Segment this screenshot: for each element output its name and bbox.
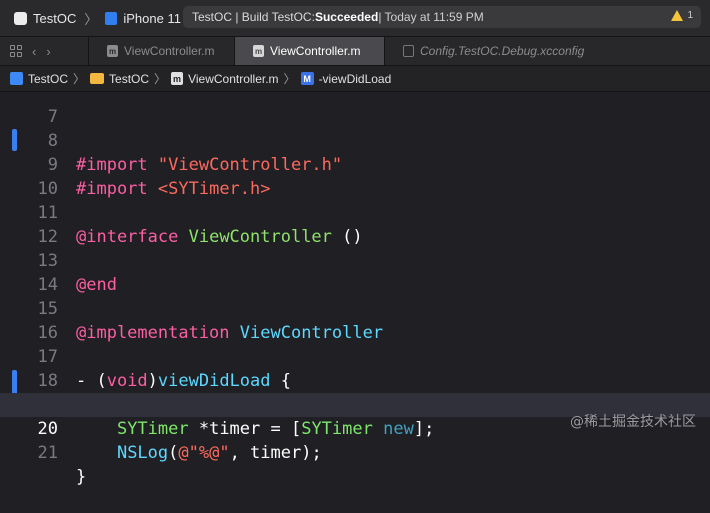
code-text: ( (168, 443, 179, 463)
format-string: @"%@" (178, 443, 230, 463)
build-status: Succeeded (314, 10, 379, 24)
app-icon (14, 11, 27, 25)
watermark: @稀土掘金技术社区 (570, 414, 696, 430)
code-line: 15 @implementation ViewController (0, 273, 710, 343)
activity-viewer[interactable]: TestOC | Build TestOC: Succeeded | Today… (183, 6, 701, 28)
forward-chevron-icon[interactable]: › (46, 44, 50, 59)
code-text: } (76, 467, 87, 487)
code-line: 19 SYTimer *timer = [SYTimer new]; (0, 369, 710, 439)
chevron-right-icon: 〉 (84, 11, 98, 27)
code-text: , timer); (229, 443, 322, 463)
code-line: 11 @interface ViewController () (0, 177, 710, 247)
source-editor[interactable]: 7 8 #import "ViewController.h" 9 #import… (0, 93, 710, 487)
toolbar: TestOC 〉 iPhone 11 TestOC | Build TestOC… (0, 0, 710, 37)
code-line: 7 (0, 81, 710, 127)
code-line: 13 @end (0, 225, 710, 295)
code-line: 16 (0, 297, 710, 343)
tab-label: ViewController.m (124, 44, 215, 58)
code-line: 9 #import <SYTimer.h> (0, 129, 710, 199)
tab-config-xcconfig[interactable]: Config.TestOC.Debug.xcconfig (384, 37, 710, 65)
tab-tools: ‹ › (0, 37, 88, 65)
tab-viewcontroller-m-2[interactable]: m ViewController.m (234, 37, 384, 65)
device-icon (105, 11, 118, 25)
warning-count: 1 (687, 10, 693, 21)
activity-prefix: TestOC | Build TestOC: (192, 10, 315, 24)
device-name: iPhone 11 (123, 10, 181, 26)
scheme-selector[interactable]: TestOC 〉 iPhone 11 (14, 8, 181, 28)
config-file-icon (403, 45, 414, 57)
tab-label: Config.TestOC.Debug.xcconfig (420, 44, 585, 58)
code-line: 18 [super viewDidLoad]; (0, 345, 710, 415)
warning-badge[interactable]: 1 (671, 10, 693, 21)
tab-label: ViewController.m (270, 44, 361, 58)
code-line: 14 (0, 249, 710, 295)
objc-file-icon: m (107, 45, 118, 57)
tab-viewcontroller-m-1[interactable]: m ViewController.m (88, 37, 234, 65)
code-line: 10 (0, 153, 710, 199)
tab-bar: ‹ › m ViewController.m m ViewController.… (0, 37, 710, 66)
function-call: NSLog (116, 443, 169, 463)
scheme-name: TestOC (33, 10, 77, 26)
code-line: 8 #import "ViewController.h" (0, 105, 710, 175)
activity-time: | Today at 11:59 PM (378, 10, 484, 24)
related-items-grid-icon[interactable] (10, 45, 22, 57)
code-line: 12 (0, 201, 710, 247)
code-line: 17 - (void)viewDidLoad { (0, 321, 710, 391)
warning-icon (671, 10, 684, 21)
back-chevron-icon[interactable]: ‹ (32, 44, 36, 59)
objc-file-icon: m (253, 45, 264, 57)
